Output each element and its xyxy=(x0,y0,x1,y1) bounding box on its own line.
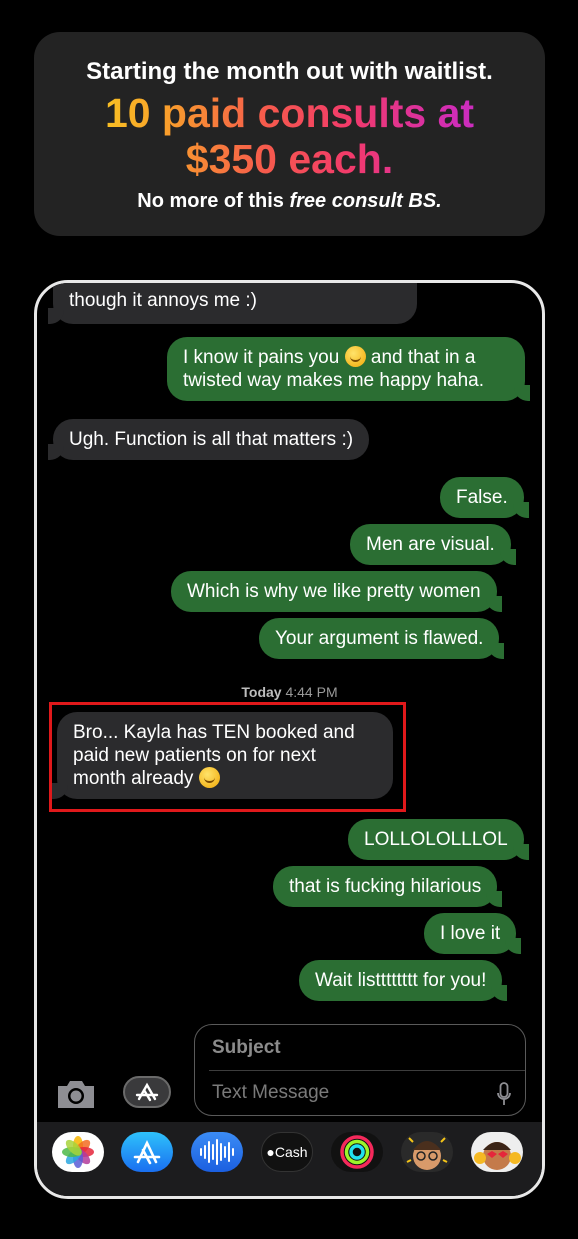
apple-logo-icon: ● xyxy=(266,1144,275,1160)
activity-icon[interactable] xyxy=(331,1132,383,1172)
message-text: I love it xyxy=(440,923,501,944)
app-drawer-button[interactable] xyxy=(123,1076,171,1108)
cash-label: ●Cash xyxy=(262,1144,312,1160)
message-text: Which is why we like pretty women xyxy=(187,581,481,602)
message-sent[interactable]: Which is why we like pretty women xyxy=(171,571,502,612)
message-sent[interactable]: Men are visual. xyxy=(350,524,516,565)
voice-memo-icon[interactable] xyxy=(191,1132,243,1172)
message-text: Wait listttttttt for you! xyxy=(315,970,487,991)
promo-line-3: No more of this free consult BS. xyxy=(34,190,545,213)
message-text: Your argument is flawed. xyxy=(275,628,484,649)
promo-line-3-prefix: No more of this xyxy=(137,190,290,212)
composer-divider xyxy=(209,1070,525,1071)
message-text: Ugh. Function is all that matters :) xyxy=(69,429,354,450)
message-text-line: twisted way makes me happy haha. xyxy=(183,370,484,391)
message-text: False. xyxy=(456,487,508,508)
app-store-icon[interactable] xyxy=(121,1132,173,1172)
text-message-input[interactable]: Text Message xyxy=(212,1082,329,1104)
message-text: I know it pains you xyxy=(183,347,340,368)
subject-input[interactable]: Subject xyxy=(212,1037,281,1059)
message-sent[interactable]: I love it xyxy=(424,913,522,954)
message-text: and that in a xyxy=(365,347,476,368)
promo-line-3-italic: free consult BS. xyxy=(289,190,442,212)
promo-headline-2: $350 each. xyxy=(185,136,394,182)
apple-cash-icon[interactable]: ●Cash xyxy=(261,1132,313,1172)
message-received[interactable]: though it annoys me :) xyxy=(48,283,417,324)
message-received[interactable]: Ugh. Function is all that matters :) xyxy=(47,419,370,460)
memoji-sticker-icon[interactable] xyxy=(471,1132,523,1172)
message-sent[interactable]: False. xyxy=(440,477,529,518)
message-sent[interactable]: Your argument is flawed. xyxy=(259,618,505,659)
promo-line-1: Starting the month out with waitlist. xyxy=(86,58,493,85)
promo-headline: 10 paid consults at $350 each. xyxy=(34,90,545,182)
message-sent[interactable]: Wait listttttttt for you! xyxy=(299,960,508,1001)
message-text: that is fucking hilarious xyxy=(289,876,482,897)
message-sent[interactable]: that is fucking hilarious xyxy=(273,866,503,907)
message-sent[interactable]: LOLLOLOLLLOL xyxy=(348,819,529,860)
timestamp-time: 4:44 PM xyxy=(285,684,338,700)
message-text: Men are visual. xyxy=(366,534,495,555)
camera-icon[interactable] xyxy=(55,1078,97,1110)
highlight-box xyxy=(49,702,406,812)
message-timestamp: Today 4:44 PM xyxy=(37,684,542,700)
message-composer[interactable]: Subject Text Message xyxy=(194,1024,526,1116)
promo-header: Starting the month out with waitlist. 10… xyxy=(34,32,545,236)
app-dock: ●Cash xyxy=(37,1122,542,1196)
promo-headline-1: 10 paid consults at xyxy=(104,90,475,136)
laughing-emoji-icon xyxy=(344,346,366,367)
app-store-small-icon xyxy=(135,1082,159,1102)
message-text: LOLLOLOLLLOL xyxy=(364,829,508,850)
message-text: though it annoys me :) xyxy=(69,290,257,311)
message-text-line: I know it pains you and that in a xyxy=(183,346,509,369)
photos-icon[interactable] xyxy=(52,1132,104,1172)
cash-text: Cash xyxy=(274,1144,308,1160)
phone-screen: though it annoys me :) I know it pains y… xyxy=(34,280,545,1199)
memoji-icon[interactable] xyxy=(401,1132,453,1172)
microphone-icon[interactable] xyxy=(497,1082,511,1106)
timestamp-day: Today xyxy=(241,684,282,700)
message-sent[interactable]: I know it pains you and that in a twiste… xyxy=(167,337,530,401)
